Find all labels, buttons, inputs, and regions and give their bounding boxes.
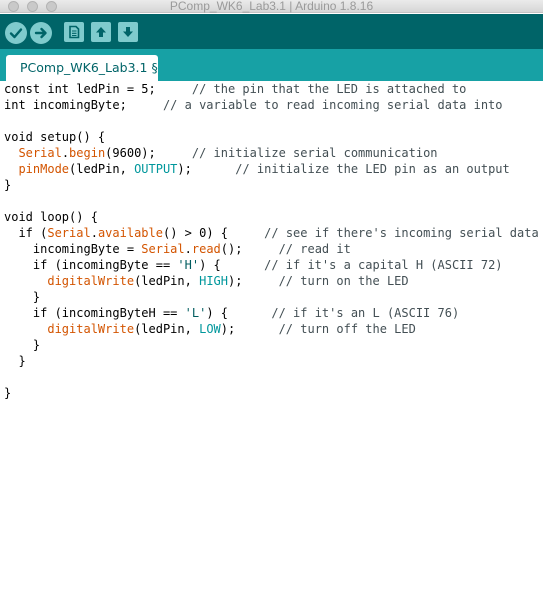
code-token: } [4, 386, 12, 400]
code-token: } [4, 354, 26, 368]
code-token: OUTPUT [134, 162, 178, 176]
code-line: if (Serial.available() > 0) { // see if … [4, 225, 539, 241]
save-sketch-button[interactable] [118, 22, 138, 42]
checkmark-icon [9, 28, 23, 39]
code-token: . [184, 242, 192, 256]
code-line: void loop() { [4, 209, 539, 225]
code-token: } [4, 338, 41, 352]
code-token: ) { [199, 258, 265, 272]
code-token: begin [69, 146, 106, 160]
code-line: Serial.begin(9600); // initialize serial… [4, 145, 539, 161]
code-line: } [4, 337, 539, 353]
code-line: pinMode(ledPin, OUTPUT); // initialize t… [4, 161, 539, 177]
code-token: digitalWrite [47, 274, 135, 288]
title-bar: PComp_WK6_Lab3.1 | Arduino 1.8.16 [0, 0, 543, 13]
code-token: 'L' [184, 306, 207, 320]
code-token: (ledPin, [69, 162, 135, 176]
code-line: } [4, 385, 539, 401]
code-line: incomingByte = Serial.read(); // read it [4, 241, 539, 257]
code-token: if ( [4, 226, 48, 240]
code-token: LOW [199, 322, 221, 336]
code-token: incomingByte = [4, 242, 142, 256]
code-token: (9600); [105, 146, 192, 160]
code-token: // initialize the LED pin as an output [235, 162, 510, 176]
code-token: (); [220, 242, 279, 256]
new-sketch-button[interactable] [64, 22, 84, 42]
code-token: pinMode [18, 162, 70, 176]
upload-button[interactable] [30, 22, 52, 44]
code-token: ) { [206, 306, 272, 320]
code-line: } [4, 177, 539, 193]
code-token: // the pin that the LED is attached to [191, 82, 467, 96]
code-token: Serial [18, 146, 62, 160]
code-token: Serial [141, 242, 185, 256]
code-token: void setup() { [4, 130, 106, 144]
tab-sketch[interactable]: PComp_WK6_Lab3.1 § [6, 55, 158, 81]
code-line: int incomingByte; // a variable to read … [4, 97, 539, 113]
open-sketch-button[interactable] [91, 22, 111, 42]
code-text[interactable]: const int ledPin = 5; // the pin that th… [4, 81, 539, 401]
code-line: void setup() { [4, 129, 539, 145]
code-token: digitalWrite [47, 322, 135, 336]
code-line: const int ledPin = 5; // the pin that th… [4, 81, 539, 97]
code-token: int incomingByte; [4, 98, 163, 112]
code-token: // see if there's incoming serial data [264, 226, 539, 240]
document-icon [69, 25, 80, 39]
code-token: // initialize serial communication [191, 146, 438, 160]
tab-strip: PComp_WK6_Lab3.1 § [0, 49, 543, 81]
code-token: (ledPin, [134, 322, 200, 336]
code-token: const int ledPin = 5; [4, 82, 192, 96]
toolbar [0, 14, 543, 49]
code-token: () > 0) { [162, 226, 265, 240]
code-token: // turn on the LED [278, 274, 409, 288]
window-title: PComp_WK6_Lab3.1 | Arduino 1.8.16 [169, 0, 374, 13]
code-line: } [4, 289, 539, 305]
code-token: HIGH [199, 274, 228, 288]
verify-button[interactable] [5, 22, 27, 44]
code-token: available [97, 226, 163, 240]
code-token: } [4, 290, 41, 304]
code-editor[interactable]: const int ledPin = 5; // the pin that th… [0, 81, 543, 614]
code-token: read [191, 242, 221, 256]
code-token: } [4, 178, 12, 192]
arrow-down-icon [123, 27, 133, 37]
code-line: digitalWrite(ledPin, HIGH); // turn on t… [4, 273, 539, 289]
code-line: digitalWrite(ledPin, LOW); // turn off t… [4, 321, 539, 337]
code-token: Serial [47, 226, 91, 240]
code-line: if (incomingByte == 'H') { // if it's a … [4, 257, 539, 273]
code-token: (ledPin, [134, 274, 200, 288]
code-token: // if it's an L (ASCII 76) [271, 306, 460, 320]
code-token: // read it [278, 242, 351, 256]
code-token: void loop() { [4, 210, 98, 224]
code-token: ); [177, 162, 236, 176]
code-token: // if it's a capital H (ASCII 72) [264, 258, 503, 272]
code-line: if (incomingByteH == 'L') { // if it's a… [4, 305, 539, 321]
arrow-up-icon [96, 27, 106, 37]
code-token: . [90, 226, 98, 240]
code-token: 'H' [177, 258, 200, 272]
code-token: // a variable to read incoming serial da… [162, 98, 503, 112]
code-token: if (incomingByte == [4, 258, 178, 272]
code-token: . [61, 146, 70, 160]
code-token: ); [220, 322, 279, 336]
arrow-right-icon [34, 27, 47, 39]
code-token: // turn off the LED [278, 322, 416, 336]
code-token: ); [228, 274, 279, 288]
code-token: if (incomingByteH == [4, 306, 185, 320]
code-line: } [4, 353, 539, 369]
